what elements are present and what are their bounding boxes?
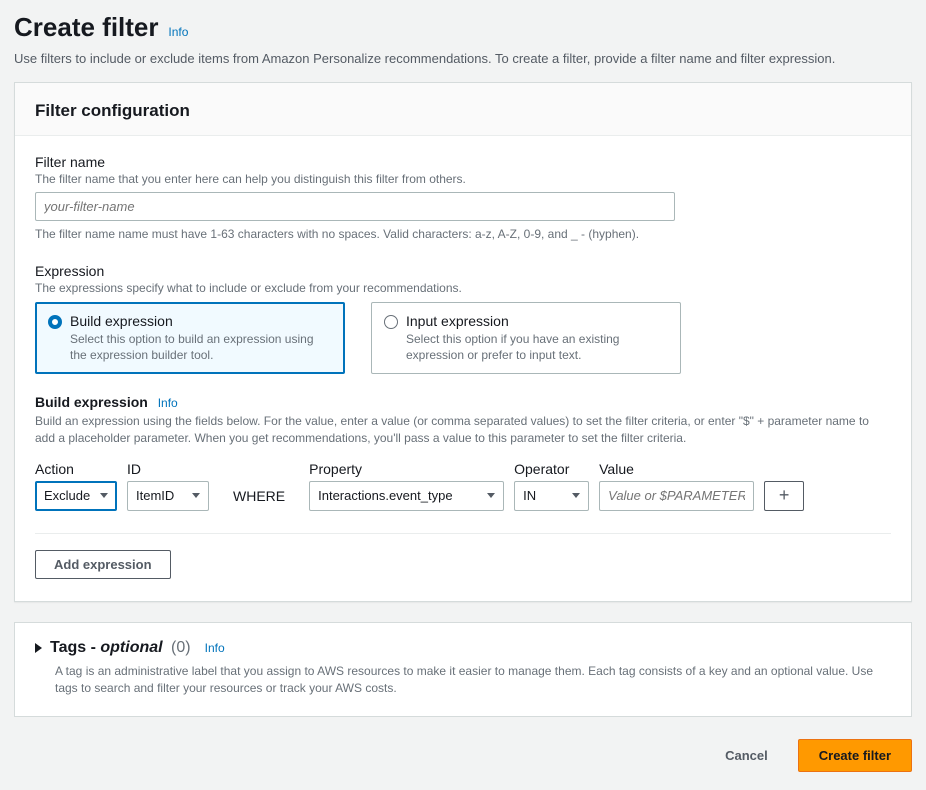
filter-config-panel: Filter configuration Filter name The fil…: [14, 82, 912, 602]
action-select-value: Exclude: [44, 488, 90, 503]
cancel-button[interactable]: Cancel: [709, 740, 784, 771]
radio-input-desc: Select this option if you have an existi…: [406, 331, 668, 363]
tags-optional-text: optional: [100, 639, 162, 656]
action-select[interactable]: Exclude: [35, 481, 117, 511]
build-expression-title: Build expression Info: [35, 394, 891, 410]
tags-info-link[interactable]: Info: [205, 641, 225, 655]
build-expression-title-text: Build expression: [35, 394, 148, 410]
build-expression-info-link[interactable]: Info: [158, 396, 178, 410]
id-select-value: ItemID: [136, 488, 174, 503]
col-label-action: Action: [35, 461, 117, 477]
radio-dot-icon: [384, 315, 398, 329]
tags-title-text: Tags -: [50, 639, 100, 656]
expression-hint: The expressions specify what to include …: [35, 281, 891, 295]
radio-dot-icon: [48, 315, 62, 329]
col-label-operator: Operator: [514, 461, 589, 477]
build-expression-hint: Build an expression using the fields bel…: [35, 413, 891, 447]
add-expression-button[interactable]: Add expression: [35, 550, 171, 579]
col-label-id: ID: [127, 461, 209, 477]
filter-name-hint: The filter name that you enter here can …: [35, 172, 891, 186]
radio-build-title: Build expression: [70, 313, 332, 329]
col-label-property: Property: [309, 461, 504, 477]
chevron-down-icon: [487, 493, 495, 498]
radio-input-title: Input expression: [406, 313, 668, 329]
panel-header: Filter configuration: [15, 83, 911, 136]
operator-select[interactable]: IN: [514, 481, 589, 511]
operator-select-value: IN: [523, 488, 536, 503]
property-select[interactable]: Interactions.event_type: [309, 481, 504, 511]
page-info-link[interactable]: Info: [168, 25, 188, 39]
create-filter-button[interactable]: Create filter: [798, 739, 912, 772]
value-input[interactable]: [599, 481, 754, 511]
tags-title: Tags - optional (0): [50, 639, 191, 657]
chevron-down-icon: [100, 493, 108, 498]
footer-actions: Cancel Create filter: [14, 739, 912, 772]
panel-title: Filter configuration: [35, 101, 891, 121]
filter-name-label: Filter name: [35, 154, 891, 170]
expand-arrow-icon[interactable]: [35, 643, 42, 653]
expression-builder-row: Action Exclude ID ItemID WHERE Property: [35, 461, 891, 511]
id-select[interactable]: ItemID: [127, 481, 209, 511]
page-description: Use filters to include or exclude items …: [14, 51, 912, 66]
radio-build-desc: Select this option to build an expressio…: [70, 331, 332, 363]
tags-panel: Tags - optional (0) Info A tag is an adm…: [14, 622, 912, 717]
radio-input-expression[interactable]: Input expression Select this option if y…: [371, 302, 681, 374]
filter-name-constraint: The filter name name must have 1-63 char…: [35, 227, 891, 241]
radio-build-expression[interactable]: Build expression Select this option to b…: [35, 302, 345, 374]
chevron-down-icon: [572, 493, 580, 498]
add-condition-button[interactable]: +: [764, 481, 804, 511]
divider: [35, 533, 891, 534]
plus-icon: +: [779, 485, 790, 506]
property-select-value: Interactions.event_type: [318, 488, 452, 503]
where-keyword: WHERE: [219, 481, 299, 511]
tags-description: A tag is an administrative label that yo…: [55, 663, 891, 698]
col-label-value: Value: [599, 461, 754, 477]
page-title: Create filter: [14, 12, 159, 43]
expression-label: Expression: [35, 263, 891, 279]
filter-name-input[interactable]: [35, 192, 675, 221]
tags-count: (0): [171, 639, 191, 656]
chevron-down-icon: [192, 493, 200, 498]
